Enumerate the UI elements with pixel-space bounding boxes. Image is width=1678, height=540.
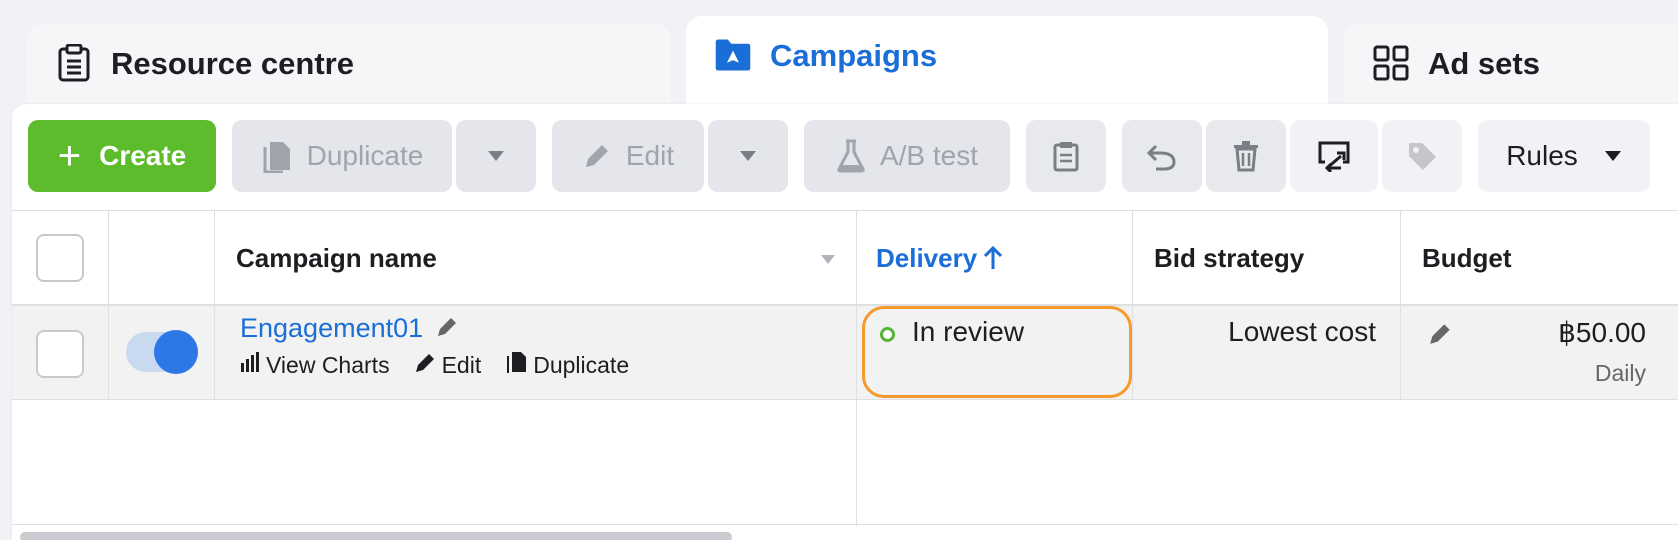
tab-resource-label: Resource centre bbox=[111, 46, 354, 81]
pencil-icon bbox=[414, 350, 442, 380]
col-bid-strategy-label: Bid strategy bbox=[1154, 242, 1305, 273]
edit-button[interactable]: Edit bbox=[552, 120, 704, 192]
edit-label: Edit bbox=[625, 140, 675, 171]
clipboard-icon bbox=[55, 44, 93, 82]
grid-icon bbox=[1372, 44, 1410, 82]
export-icon bbox=[1317, 140, 1351, 172]
tag-button[interactable] bbox=[1382, 120, 1462, 192]
create-label: Create bbox=[99, 140, 187, 171]
col-delivery[interactable]: Delivery bbox=[876, 210, 1003, 306]
flask-icon bbox=[836, 139, 866, 173]
undo-icon bbox=[1146, 141, 1178, 171]
col-campaign-name-label: Campaign name bbox=[236, 242, 437, 273]
caret-down-icon bbox=[739, 150, 757, 162]
campaign-name-link[interactable]: Engagement01 bbox=[240, 313, 423, 344]
bar-chart-icon bbox=[240, 351, 266, 379]
row-actions: View Charts Edit Duplicate bbox=[240, 350, 653, 380]
create-button[interactable]: + Create bbox=[28, 120, 216, 192]
row-edit-link[interactable]: Edit bbox=[414, 350, 482, 380]
duplicate-dropdown-button[interactable] bbox=[456, 120, 536, 192]
duplicate-icon bbox=[505, 350, 533, 380]
tab-campaigns[interactable]: Campaigns bbox=[686, 16, 1328, 116]
rules-dropdown[interactable]: Rules bbox=[1478, 120, 1650, 192]
col-budget[interactable]: Budget bbox=[1422, 210, 1512, 306]
view-charts-label: View Charts bbox=[266, 351, 390, 378]
trash-icon bbox=[1232, 140, 1260, 172]
ab-test-label: A/B test bbox=[879, 140, 979, 171]
clipboard-icon bbox=[1052, 140, 1080, 172]
toggle-knob bbox=[154, 330, 198, 374]
duplicate-icon bbox=[261, 139, 293, 173]
pencil-icon bbox=[582, 141, 612, 171]
duplicate-label: Duplicate bbox=[306, 140, 424, 171]
delete-button[interactable] bbox=[1206, 120, 1286, 192]
caret-down-icon bbox=[487, 150, 505, 162]
row-duplicate-link[interactable]: Duplicate bbox=[505, 350, 629, 380]
col-campaign-name[interactable]: Campaign name bbox=[236, 210, 437, 306]
tag-icon bbox=[1406, 140, 1438, 172]
table-bottom-border bbox=[12, 524, 1678, 525]
budget-value: ฿50.00 bbox=[1558, 317, 1646, 348]
col-budget-label: Budget bbox=[1422, 242, 1512, 273]
edit-dropdown-button[interactable] bbox=[708, 120, 788, 192]
rules-label: Rules bbox=[1506, 140, 1578, 171]
row-duplicate-label: Duplicate bbox=[533, 351, 630, 378]
edit-budget-pencil-icon[interactable] bbox=[1428, 320, 1454, 351]
view-charts-link[interactable]: View Charts bbox=[240, 351, 390, 379]
caret-down-icon bbox=[1604, 150, 1622, 162]
row-checkbox[interactable] bbox=[36, 330, 84, 378]
duplicate-button[interactable]: Duplicate bbox=[232, 120, 452, 192]
ads-manager: Resource centre Ad sets Campaigns + Crea… bbox=[0, 0, 1678, 540]
col-delivery-label: Delivery bbox=[876, 242, 978, 273]
row-edit-label: Edit bbox=[441, 351, 482, 378]
clipboard-button[interactable] bbox=[1026, 120, 1106, 192]
undo-button[interactable] bbox=[1122, 120, 1202, 192]
delivery-status: In review bbox=[912, 316, 1025, 347]
select-all-checkbox[interactable] bbox=[36, 234, 84, 282]
col-divider bbox=[214, 210, 215, 400]
bid-strategy-value: Lowest cost bbox=[1228, 316, 1376, 347]
col-bid-strategy[interactable]: Bid strategy bbox=[1154, 210, 1304, 306]
arrow-up-icon bbox=[983, 245, 1003, 271]
export-button[interactable] bbox=[1290, 120, 1378, 192]
sort-caret-icon[interactable] bbox=[820, 252, 836, 270]
plus-icon: + bbox=[57, 134, 82, 178]
status-dot-icon bbox=[880, 327, 895, 342]
col-divider bbox=[856, 210, 857, 526]
col-divider bbox=[1132, 210, 1133, 400]
campaign-toggle[interactable] bbox=[126, 330, 198, 374]
col-divider bbox=[108, 210, 109, 400]
tab-campaigns-label: Campaigns bbox=[770, 38, 938, 73]
folder-icon bbox=[714, 36, 752, 74]
horizontal-scrollbar[interactable] bbox=[20, 532, 732, 540]
rename-pencil-icon[interactable] bbox=[436, 314, 460, 343]
tab-ad-sets-label: Ad sets bbox=[1428, 46, 1540, 81]
budget-period: Daily bbox=[1594, 360, 1646, 386]
col-divider bbox=[1400, 210, 1401, 400]
ab-test-button[interactable]: A/B test bbox=[804, 120, 1010, 192]
